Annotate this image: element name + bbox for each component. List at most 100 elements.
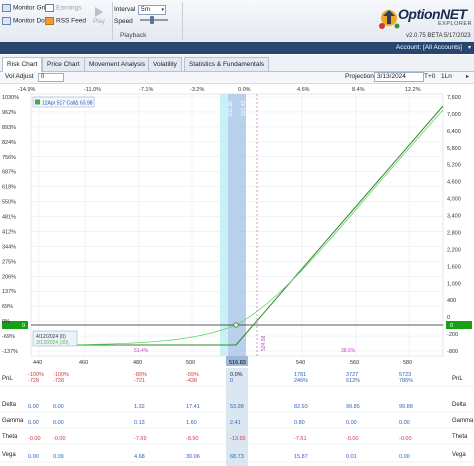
top-pct-label: -14.9% [18,87,36,93]
grid-cell-subvalue: -728 [28,378,39,384]
chevron-right-icon[interactable]: ▸ [466,73,469,80]
zero-tag-left-text: 0 [22,323,25,329]
pct-label-right: 38.6% [341,348,356,354]
ribbon-separator [112,2,113,40]
row-label-right: PnL [452,376,463,382]
right-value-label: 4,600 [447,180,461,186]
grid-cell-value: -0.00 [399,436,412,442]
tplus-label[interactable]: T+0 [424,73,435,80]
grid-cell-value: -0.00 [28,436,41,442]
left-pct-label: 893% [2,125,16,131]
left-pct-label: 206% [2,274,16,280]
grid-cell-value: 0.09 [53,454,64,460]
grid-cell-value: -13.65 [230,436,246,442]
grid-cell-value: 0.00 [28,404,39,410]
grid-cell-value: 0.00 [28,454,39,460]
left-pct-label: 550% [2,200,16,206]
right-value-label: 7,600 [447,95,461,101]
grid-cell-value: 2.41 [230,420,241,426]
left-pct-label: 824% [2,140,16,146]
grid-cell-value: -7.69 [134,436,147,442]
risk-chart[interactable]: 511.68 521.42 524.58 12Apr 517 Call Δ 63… [0,84,474,366]
grid-cell-value: 0.00 [346,420,357,426]
right-value-label: 5,200 [447,163,461,169]
tab-movement-analysis[interactable]: Movement Analysis [84,57,150,71]
right-value-label: 7,000 [447,112,461,118]
legend-label: 12Apr 517 Call [42,101,75,107]
price-tick-label: 480 [133,360,142,366]
price-tick-label: 516.83 [229,360,246,366]
grid-cell-value: 4.68 [134,454,145,460]
grid-cell-value: 0.01 [346,454,357,460]
price-tick-label: 460 [79,360,88,366]
band-label-right: 521.42 [241,100,247,116]
grid-cell-value: -7.61 [294,436,307,442]
ribbon-toolbar: Monitor Grid Monitor Dock Earnings RSS F… [0,0,474,43]
legend-delta: 63.98 [80,101,93,107]
right-value-label: 0 [447,315,450,321]
position-legend[interactable]: 12Apr 517 Call Δ 63.98 [32,96,95,108]
dock-icon [2,17,11,25]
play-button[interactable]: Play [90,4,108,32]
grid-cell-value: 17.41 [186,404,200,410]
top-pct-label: 4.6% [297,87,310,93]
grid-cell-value: 68.73 [230,454,244,460]
monitor-grid-button[interactable]: Monitor Grid [2,4,49,12]
account-selector[interactable]: Account: [All Accounts] [396,44,462,51]
monitor-dock-button[interactable]: Monitor Dock [2,17,51,25]
grid-cell-value: 0.00 [53,420,64,426]
tab-risk-chart[interactable]: Risk Chart [2,57,43,72]
logo-text: OptionNET [398,6,467,22]
current-price-marker[interactable] [233,322,239,328]
earnings-checkbox[interactable]: Earnings [45,4,82,12]
grid-cell-value: 0.00 [28,420,39,426]
grid-cell-subvalue: -438 [186,378,197,384]
right-value-label: 400 [447,298,456,304]
vol-adjust-input[interactable]: 0 [38,73,64,82]
row-label-left: Gamma [2,418,24,424]
step-label[interactable]: 1Ln [441,73,452,80]
projection-label: Projection [345,73,374,80]
right-value-label: -800 [447,349,458,355]
chevron-down-icon[interactable]: ▾ [468,44,471,51]
right-value-label: 2,200 [447,247,461,253]
row-label-left: Delta [2,402,17,408]
left-pct-label: 412% [2,229,16,235]
projection-date-input[interactable]: 3/13/2024 [374,72,424,82]
rss-feed-checkbox[interactable]: RSS Feed [45,17,86,25]
grid-cell-value: -0.00 [346,436,359,442]
left-pct-label: 1030% [2,95,19,101]
right-value-label: 4,000 [447,197,461,203]
price-tick-label: 540 [296,360,305,366]
grid-cell-value: 53.98 [230,404,244,410]
left-pct-label: 618% [2,185,16,191]
grid-cell-value: 1.32 [134,404,145,410]
tab-price-chart[interactable]: Price Chart [42,57,85,71]
price-tick-label: 580 [403,360,412,366]
zero-tag-right-text: 0 [450,323,453,329]
ribbon-separator [182,2,183,40]
price-tick-label: 500 [186,360,195,366]
left-pct-label: -137% [2,349,18,355]
right-value-axis: 7,600 7,000 6,400 5,800 5,200 4,600 4,000 3,400… [447,95,461,355]
speed-slider-thumb[interactable] [150,16,154,24]
grid-cell-value: 1.60 [186,420,197,426]
grid-cell-subvalue: 786% [399,378,413,384]
interval-select[interactable]: 5m ▾ [138,5,166,15]
playback-group-label: Playback [120,32,147,39]
top-pct-label: -3.2% [190,87,204,93]
grid-cell-value: -8.90 [186,436,199,442]
grid-cell-value: 15.87 [294,454,308,460]
tab-volatility[interactable]: Volatility [148,57,182,71]
chevron-down-icon: ▾ [161,7,164,13]
cyan-band [220,94,228,356]
left-pct-label: 344% [2,244,16,250]
grid-cell-value: 0.00 [399,454,410,460]
version-label: v2.0.75 BETA 5/17/2023 [406,33,471,39]
grid-cell-subvalue: 246% [294,378,308,384]
price-axis-ticks: 440 460 480 500 516.83 540 560 580 [33,360,412,366]
top-pct-label: 8.4% [352,87,365,93]
grid-cell-value: -0.00 [53,436,66,442]
tab-statistics-fundamentals[interactable]: Statistics & Fundamentals [184,57,270,71]
speed-slider-track[interactable] [140,19,168,21]
